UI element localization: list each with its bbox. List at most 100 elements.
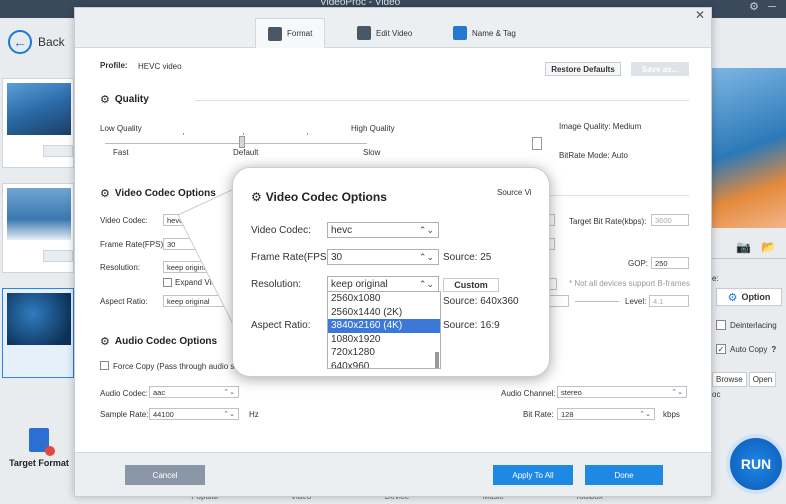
resolution-option-selected[interactable]: 3840x2160 (4K) [328, 319, 440, 333]
back-button[interactable]: ← Back [8, 30, 65, 54]
run-button[interactable]: RUN [726, 434, 786, 494]
video-preview-image [7, 83, 71, 135]
bit-rate-label: Bit Rate: [523, 410, 554, 419]
resolution-option[interactable]: 640x960 [328, 360, 440, 369]
divider [712, 258, 786, 259]
cancel-button[interactable]: Cancel [125, 465, 205, 485]
video-thumbnail-3-selected[interactable] [2, 288, 74, 378]
custom-resolution-button[interactable]: Custom [443, 278, 499, 292]
dialog-footer: Cancel Apply To All Done [75, 452, 711, 496]
zoom-video-codec-label: Video Codec: [251, 225, 311, 236]
profile-value: HEVC video [138, 62, 182, 71]
name-tag-icon [453, 26, 467, 40]
bitrate-mode-label: BitRate Mode: Auto [559, 151, 628, 160]
tab-name-tag[interactable]: Name & Tag [441, 18, 528, 48]
video-codec-title: Video Codec Options [114, 188, 216, 199]
apply-to-all-button[interactable]: Apply To All [493, 465, 573, 485]
help-icon[interactable]: ? [771, 345, 776, 354]
thumbnail-codec-button[interactable] [43, 145, 73, 157]
open-button[interactable]: Open [748, 372, 777, 387]
tab-edit-video-label: Edit Video [376, 28, 413, 38]
zoom-video-codec-select[interactable]: hevc ⌃⌄ [327, 222, 439, 238]
save-as-button[interactable]: Save as... [631, 62, 689, 76]
zoom-frame-rate-select[interactable]: 30 ⌃⌄ [327, 249, 439, 265]
browse-button[interactable]: Browse [712, 372, 747, 387]
close-icon[interactable]: ✕ [695, 8, 705, 22]
expand-video-checkbox[interactable] [163, 278, 172, 287]
quality-slider-track[interactable] [105, 143, 367, 144]
done-button[interactable]: Done [585, 465, 663, 485]
divider [195, 100, 689, 101]
profile-label: Profile: [100, 61, 128, 70]
dialog-tab-bar: Format Edit Video Name & Tag ✕ [75, 8, 711, 48]
divider [533, 195, 689, 196]
target-bit-rate-value: 3600 [655, 215, 672, 225]
resolution-option[interactable]: 2560x1080 [328, 292, 440, 306]
divider [575, 301, 619, 302]
snapshot-folder-icons[interactable]: 📷📂 [736, 240, 786, 254]
option-button[interactable]: ⚙ Option [716, 288, 782, 306]
quality-slider-handle[interactable] [239, 136, 245, 148]
chevron-icon: ⌃⌄ [639, 411, 651, 418]
chevron-icon: ⌃⌄ [223, 389, 235, 396]
preview-image [712, 68, 786, 228]
aspect-ratio-select[interactable]: keep original [163, 295, 233, 307]
zoom-frame-rate-value: 30 [331, 251, 343, 263]
zoom-resolution-value: keep original [331, 278, 388, 290]
resolution-option[interactable]: 720x1280 [328, 346, 440, 360]
resolution-option[interactable]: 1080x1920 [328, 333, 440, 347]
kbps-unit: kbps [663, 410, 680, 419]
checkbox-checked-icon: ✓ [716, 344, 726, 354]
resolution-option[interactable]: 2560x1440 (2K) [328, 306, 440, 320]
target-format-label: Target Format [9, 458, 69, 468]
force-copy-checkbox[interactable] [100, 361, 109, 370]
deinterlacing-checkbox[interactable]: Deinterlacing [716, 320, 777, 330]
frame-rate-select[interactable]: 30 [163, 238, 233, 250]
zoom-callout: ⚙ Video Codec Options Source Vi Video Co… [232, 167, 550, 377]
resolution-select[interactable]: keep original [163, 261, 233, 273]
quality-title: Quality [114, 94, 149, 105]
frame-rate-label: Frame Rate(FPS): [100, 240, 166, 249]
target-bit-rate-input[interactable]: 3600 [651, 214, 689, 226]
hz-unit: Hz [249, 410, 259, 419]
zoom-frame-rate-label: Frame Rate(FPS): [251, 252, 333, 263]
zoom-aspect-ratio-label: Aspect Ratio: [251, 320, 311, 331]
zoom-resolution-select[interactable]: keep original ⌃⌄ [327, 276, 439, 292]
resolution-label: Resolution: [100, 263, 141, 272]
level-value: 4.1 [653, 296, 664, 306]
video-thumbnail-2[interactable] [2, 183, 74, 273]
thumbnail-codec-button[interactable] [43, 250, 73, 262]
edit-video-icon [357, 26, 371, 40]
dropdown-scrollbar[interactable] [435, 352, 439, 368]
chevron-icon: ⌃⌄ [223, 411, 235, 418]
auto-copy-label: Auto Copy [730, 344, 768, 354]
tab-edit-video[interactable]: Edit Video [345, 18, 424, 48]
image-quality-label: Image Quality: Medium [559, 122, 642, 131]
level-select[interactable]: 4.1 [649, 295, 689, 307]
run-label: RUN [740, 456, 772, 472]
force-copy-label: Force Copy (Pass through audio stre [113, 362, 244, 371]
resolution-dropdown-list[interactable]: 2560x1080 2560x1440 (2K) 3840x2160 (4K) … [327, 291, 441, 369]
chevron-icon: ⌃⌄ [418, 278, 434, 289]
video-thumbnail-1[interactable] [2, 78, 74, 168]
audio-codec-value: aac [153, 387, 166, 397]
sample-rate-value: 44100 [153, 409, 174, 419]
audio-channel-select[interactable]: stereo ⌃⌄ [557, 386, 687, 398]
sample-rate-select[interactable]: 44100 ⌃⌄ [149, 408, 239, 420]
audio-codec-select[interactable]: aac ⌃⌄ [149, 386, 239, 398]
restore-defaults-button[interactable]: Restore Defaults [545, 62, 621, 76]
tab-format-label: Format [287, 29, 313, 38]
gop-input[interactable]: 250 [651, 257, 689, 269]
expand-video-label: Expand Video [175, 278, 225, 287]
video-codec-select[interactable]: hevc [163, 214, 233, 226]
target-format-button[interactable]: Target Format [4, 428, 74, 468]
auto-copy-checkbox[interactable]: ✓ Auto Copy ? [716, 344, 776, 354]
tab-format[interactable]: Format [255, 18, 326, 48]
profile-select-edge[interactable] [547, 295, 569, 307]
gop-value: 250 [655, 258, 668, 268]
zoom-source-fps: Source: 25 [443, 252, 492, 263]
default-label: Default [233, 148, 259, 157]
zoom-section-title: ⚙ Video Codec Options [251, 190, 387, 204]
bit-rate-select[interactable]: 128 ⌃⌄ [557, 408, 655, 420]
window-controls-icon[interactable]: ⚙ ─ [749, 0, 776, 13]
